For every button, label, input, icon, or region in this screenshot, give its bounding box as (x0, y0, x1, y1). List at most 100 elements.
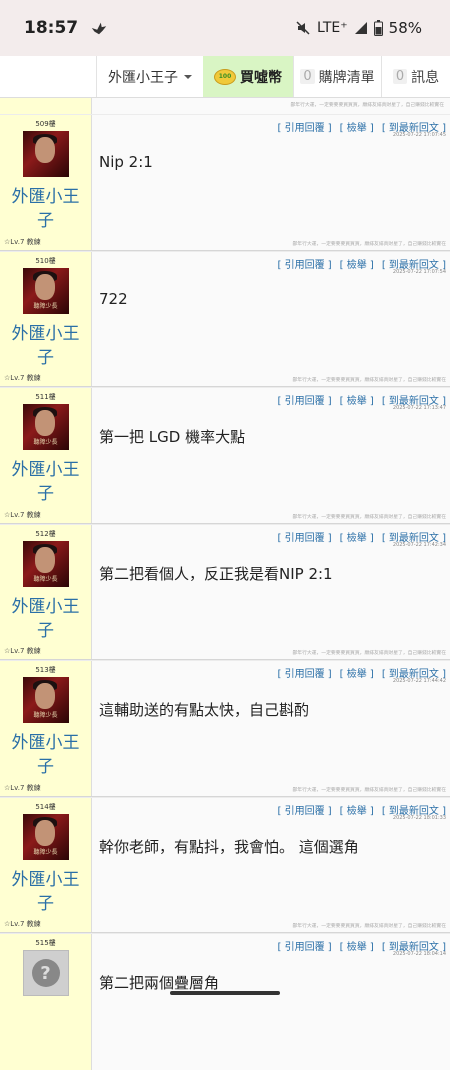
post: 511樓 聽障少長 外匯小王子 ☆Lv.7 教練 [ 引用回覆 ] [ 檢舉 ]… (0, 387, 450, 524)
post-body: [ 引用回覆 ] [ 檢舉 ] [ 到最新回文 ] 2025-07-22 17:… (92, 661, 450, 796)
post-list: 509樓 外匯小王子 ☆Lv.7 教練 [ 引用回覆 ] [ 檢舉 ] [ 到最… (0, 114, 450, 1070)
post: 510樓 聽障少長 外匯小王子 ☆Lv.7 教練 [ 引用回覆 ] [ 檢舉 ]… (0, 250, 450, 387)
user-level: ☆Lv.7 教練 (4, 374, 41, 382)
messages-button[interactable]: 0 訊息 (381, 56, 450, 97)
post-author-panel: 512樓 聽障少長 外匯小王子 ☆Lv.7 教練 (0, 524, 92, 659)
post: 509樓 外匯小王子 ☆Lv.7 教練 [ 引用回覆 ] [ 檢舉 ] [ 到最… (0, 114, 450, 251)
post: 514樓 聽障少長 外匯小王子 ☆Lv.7 教練 [ 引用回覆 ] [ 檢舉 ]… (0, 796, 450, 933)
quote-reply-link[interactable]: [ 引用回覆 ] (277, 392, 331, 407)
floor-number: 515樓 (35, 939, 56, 947)
msg-count-badge: 0 (392, 69, 408, 84)
post-signature: 鄙年行大運，一定要要要買買買，願緋友緋真財星了，自己賺錢比較實在 (292, 378, 446, 383)
post-content: 722 (99, 289, 128, 308)
post: 513樓 聽障少長 外匯小王子 ☆Lv.7 教練 [ 引用回覆 ] [ 檢舉 ]… (0, 660, 450, 797)
quote-reply-link[interactable]: [ 引用回覆 ] (277, 529, 331, 544)
post-signature: 鄙年行大運，一定要要要買買買，願緋友緋真財星了，自己賺錢比較實在 (292, 651, 446, 656)
report-link[interactable]: [ 檢舉 ] (340, 119, 374, 134)
battery-percent: 58% (388, 19, 422, 37)
user-level: ☆Lv.7 教練 (4, 920, 41, 928)
report-link[interactable]: [ 檢舉 ] (340, 802, 374, 817)
report-link[interactable]: [ 檢舉 ] (340, 938, 374, 953)
user-menu-button[interactable]: 外匯小王子 (96, 56, 203, 97)
cart-label: 購牌清單 (318, 69, 375, 86)
quote-reply-link[interactable]: [ 引用回覆 ] (277, 938, 331, 953)
avatar[interactable]: 聽障少長 (22, 813, 69, 860)
avatar[interactable]: 聽障少長 (22, 677, 69, 723)
username-link[interactable]: 外匯小王子 (11, 595, 81, 643)
network-label: LTE⁺ (316, 20, 348, 36)
bird-notification-icon (91, 22, 107, 35)
avatar[interactable]: 聽障少長 (22, 540, 69, 587)
post-author-panel: 510樓 聽障少長 外匯小王子 ☆Lv.7 教練 (0, 251, 92, 386)
report-link[interactable]: [ 檢舉 ] (340, 392, 374, 407)
username-link[interactable]: 外匯小王子 (11, 322, 81, 370)
floor-number: 513樓 (35, 666, 56, 674)
user-level: ☆Lv.7 教練 (4, 783, 41, 792)
floor-number: 511樓 (35, 393, 56, 401)
buy-coin-button[interactable]: 100 買噓幣 (203, 56, 293, 97)
post-signature: 鄙年行大運，一定要要要買買買，願緋友緋真財星了，自己賺錢比較實在 (292, 241, 446, 247)
quote-reply-link[interactable]: [ 引用回覆 ] (277, 119, 331, 134)
floor-number: 510樓 (35, 256, 56, 265)
post-signature: 鄙年行大運，一定要要要買買買，願緋友緋真財星了，自己賺錢比較實在 (290, 103, 444, 108)
post-content: Nip 2:1 (99, 153, 153, 171)
post-body: [ 引用回覆 ] [ 檢舉 ] [ 到最新回文 ] 2025-07-22 17:… (92, 388, 450, 523)
post-body: [ 引用回覆 ] [ 檢舉 ] [ 到最新回文 ] 2025-07-22 17:… (92, 251, 450, 386)
post-content: 第二把看個人，反正我是看NIP 2:1 (99, 564, 333, 583)
report-link[interactable]: [ 檢舉 ] (340, 256, 374, 271)
report-link[interactable]: [ 檢舉 ] (340, 529, 374, 544)
cart-count-badge: 0 (300, 69, 315, 84)
post-body: [ 引用回覆 ] [ 檢舉 ] [ 到最新回文 ] 2025-07-22 18:… (92, 934, 450, 1070)
username-link[interactable]: 外匯小王子 (11, 731, 81, 779)
buy-coin-label: 買噓幣 (240, 69, 282, 86)
home-indicator[interactable] (170, 991, 280, 995)
avatar[interactable]: 聽障少長 (22, 267, 69, 314)
mute-icon (296, 21, 310, 35)
post-signature: 鄙年行大運，一定要要要買買買，願緋友緋真財星了，自己賺錢比較實在 (292, 514, 446, 520)
post-timestamp: 2025-07-22 17:07:54 (392, 268, 446, 275)
top-navbar: 外匯小王子 100 買噓幣 0 購牌清單 0 訊息 (0, 56, 450, 98)
post-author-panel: 511樓 聽障少長 外匯小王子 ☆Lv.7 教練 (0, 388, 92, 523)
user-menu-label: 外匯小王子 (108, 69, 178, 86)
post-signature: 鄙年行大運，一定要要要買買買，願緋友緋真財星了，自己賺錢比較實在 (292, 924, 446, 929)
unknown-avatar-icon: ? (31, 959, 60, 987)
floor-number: 514樓 (35, 802, 56, 811)
avatar[interactable]: ? (22, 950, 69, 996)
post-body: [ 引用回覆 ] [ 檢舉 ] [ 到最新回文 ] 2025-07-22 17:… (92, 115, 450, 250)
floor-number: 509樓 (35, 120, 56, 128)
quote-reply-link[interactable]: [ 引用回覆 ] (277, 256, 331, 271)
previous-post-tail: 鄙年行大運，一定要要要買買買，願緋友緋真財星了，自己賺錢比較實在 (0, 98, 450, 114)
post-author-panel: 515樓 ? (0, 934, 92, 1070)
post-content: 第一把 LGD 機率大點 (99, 428, 246, 446)
avatar[interactable]: 聽障少長 (22, 404, 69, 450)
post-timestamp: 2025-07-22 18:01:33 (392, 814, 446, 821)
post-content: 幹你老師，有點抖，我會怕。 這個選角 (99, 837, 359, 856)
post-signature: 鄙年行大運，一定要要要買買買，願緋友緋真財星了，自己賺錢比較實在 (292, 787, 446, 793)
post-timestamp: 2025-07-22 17:13:47 (392, 405, 446, 411)
post-author-panel: 509樓 外匯小王子 ☆Lv.7 教練 (0, 115, 92, 250)
post-content: 這輔助送的有點太快，自己斟酌 (99, 701, 310, 719)
avatar[interactable] (22, 131, 69, 177)
coin-icon: 100 (214, 68, 236, 85)
battery-icon (373, 20, 383, 36)
signal-icon (354, 22, 367, 34)
post-body: [ 引用回覆 ] [ 檢舉 ] [ 到最新回文 ] 2025-07-22 17:… (92, 524, 450, 659)
username-link[interactable]: 外匯小王子 (11, 458, 81, 506)
status-bar: 18:57 LTE⁺ 58% (0, 0, 450, 56)
username-link[interactable]: 外匯小王子 (11, 185, 81, 233)
post-timestamp: 2025-07-22 17:07:45 (392, 132, 446, 138)
post-author-panel: 514樓 聽障少長 外匯小王子 ☆Lv.7 教練 (0, 797, 92, 932)
post-body: [ 引用回覆 ] [ 檢舉 ] [ 到最新回文 ] 2025-07-22 18:… (92, 797, 450, 932)
post-author-panel: 513樓 聽障少長 外匯小王子 ☆Lv.7 教練 (0, 661, 92, 796)
post-timestamp: 2025-07-22 17:44:42 (392, 678, 446, 684)
report-link[interactable]: [ 檢舉 ] (340, 665, 374, 680)
post: 512樓 聽障少長 外匯小王子 ☆Lv.7 教練 [ 引用回覆 ] [ 檢舉 ]… (0, 523, 450, 660)
floor-number: 512樓 (35, 529, 56, 538)
chevron-down-icon (184, 74, 192, 79)
post: 515樓 ? [ 引用回覆 ] [ 檢舉 ] [ 到最新回文 ] 2025-07… (0, 933, 450, 1070)
username-link[interactable]: 外匯小王子 (11, 868, 81, 916)
cart-button[interactable]: 0 購牌清單 (293, 56, 381, 97)
quote-reply-link[interactable]: [ 引用回覆 ] (277, 802, 331, 817)
messages-label: 訊息 (411, 69, 440, 86)
quote-reply-link[interactable]: [ 引用回覆 ] (277, 665, 331, 680)
